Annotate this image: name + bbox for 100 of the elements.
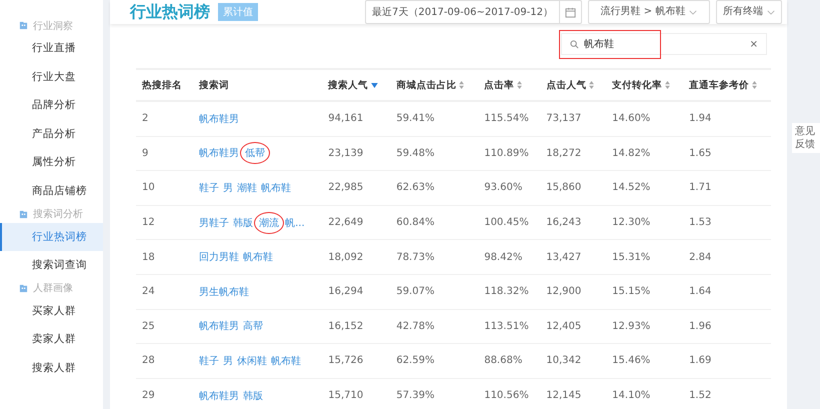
keyword-link[interactable]: 帆布鞋男 [199,146,240,160]
table-cell: 88.68% [484,355,522,366]
table-cell: 59.07% [396,286,434,298]
sidebar-item[interactable]: 属性分析 [0,148,103,177]
table-cell: 23,139 [328,148,364,159]
table-cell: 10 [142,182,155,194]
sidebar-item[interactable]: 买家人群 [0,296,103,326]
sort-icon [665,81,670,89]
table-cell: 98.42% [484,252,522,263]
keyword-link[interactable]: 帆布鞋男 [199,388,240,403]
table-cell: 14.52% [612,182,650,194]
search-field[interactable]: 帆布鞋 × [561,33,767,55]
table-cell: 14.82% [612,148,650,159]
sidebar-group-title: 人群画像 [33,282,73,296]
keyword-link[interactable]: 潮鞋 [237,180,258,195]
keyword-link[interactable]: 休闲鞋 [237,354,268,368]
sidebar-item[interactable]: 行业直播 [0,34,103,63]
column-header[interactable]: 搜索人气 [328,78,378,92]
keyword-link[interactable]: 潮流 [254,212,284,234]
keyword-link[interactable]: 低帮 [240,142,270,164]
keyword-link[interactable]: 男 [223,180,234,195]
column-header: 热搜排名 [142,78,182,92]
table-cell: 62.59% [396,355,434,366]
table-cell: 1.64 [689,286,712,298]
table-cell: 12.30% [612,217,650,228]
table-cell: 1.52 [689,390,712,402]
clear-icon[interactable]: × [750,38,758,50]
table-cell: 25 [142,320,155,332]
table-cell: 15,726 [328,355,364,366]
table-cell: 15.31% [612,252,650,263]
caret-icon [689,10,698,14]
sidebar-item[interactable]: 卖家人群 [0,325,103,354]
date-range-picker[interactable]: 最近7天（2017-09-06~2017-09-12） [365,0,582,24]
page-title: 行业热词榜 [130,2,210,22]
table-cell: 15,860 [546,182,582,194]
keyword-link[interactable]: 帆... [285,216,305,230]
table-cell: 12,405 [546,320,582,332]
tag-label: 累计值 [218,3,258,21]
building-icon [19,210,28,219]
table-cell: 9 [142,148,148,159]
table-cell: 100.45% [484,217,529,228]
table-cell: 110.89% [484,148,529,159]
keyword-link[interactable]: 帆布鞋 [243,250,274,264]
sidebar-item[interactable]: 行业热词榜 [0,222,103,252]
table-cell: 24 [142,286,155,298]
category-dropdown[interactable]: 流行男鞋 > 帆布鞋 [588,0,710,24]
column-header[interactable]: 点击人气 [546,78,594,92]
table-cell: 12,900 [546,286,582,298]
table-cell: 2 [142,113,148,124]
column-header[interactable]: 支付转化率 [612,78,670,92]
table-cell: 14.60% [612,113,650,124]
sidebar-item[interactable]: 产品分析 [0,120,103,148]
table-cell: 22,649 [328,217,364,228]
sidebar-item[interactable]: 搜索人群 [0,354,103,383]
keyword-link[interactable]: 男生帆布鞋 [199,284,250,299]
sidebar-item[interactable]: 搜索词查询 [0,251,103,280]
table-cell: 15.46% [612,355,650,366]
sort-icon [589,81,594,89]
building-icon [19,21,28,30]
table-cell: 60.84% [396,217,434,228]
building-icon [19,284,28,293]
table-cell: 115.54% [484,113,529,124]
sidebar-item[interactable]: 行业大盘 [0,62,103,92]
table-cell: 57.39% [396,390,434,402]
table-cell: 29 [142,390,155,402]
keyword-link[interactable]: 鞋子 [199,354,220,368]
keyword-link[interactable]: 男 [223,354,234,368]
table-cell: 113.51% [484,320,529,332]
keyword-link[interactable]: 帆布鞋男 [199,319,240,334]
keyword-link[interactable]: 帆布鞋男 [199,112,240,126]
table-cell: 62.63% [396,182,434,194]
keyword-link[interactable]: 回力男鞋 [199,250,240,264]
sort-icon [752,81,758,89]
sidebar-item[interactable]: 品牌分析 [0,91,103,120]
terminal-dropdown[interactable]: 所有终端 [716,0,782,24]
table-cell: 18,272 [546,148,582,159]
keyword-link[interactable]: 韩版 [243,388,264,403]
keyword-link[interactable]: 男鞋子 [199,216,230,230]
table-cell: 28 [142,355,155,366]
table-cell: 118.32% [484,286,529,298]
calendar-icon [565,6,576,18]
table-cell: 18,092 [328,252,364,263]
keyword-link[interactable]: 高帮 [243,319,264,334]
table-cell: 110.56% [484,390,529,402]
keyword-link[interactable]: 鞋子 [199,180,220,195]
keyword-link[interactable]: 帆布鞋 [271,354,302,368]
table-cell: 94,161 [328,113,364,124]
keyword-link[interactable]: 韩版 [233,216,254,230]
table-cell: 2.84 [689,252,712,263]
column-header[interactable]: 点击率 [484,78,522,92]
sidebar-item[interactable]: 商品店铺榜 [0,176,103,206]
table-cell: 1.65 [689,148,712,159]
table-cell: 12.93% [612,320,650,332]
column-header[interactable]: 商城点击占比 [396,78,464,92]
table-cell: 42.78% [396,320,434,332]
keyword-link[interactable]: 帆布鞋 [261,180,292,195]
feedback-button[interactable]: 意见反馈 [792,123,820,153]
table-cell: 15.15% [612,286,650,298]
column-header[interactable]: 直通车参考价 [689,78,758,92]
table-cell: 1.53 [689,217,712,228]
